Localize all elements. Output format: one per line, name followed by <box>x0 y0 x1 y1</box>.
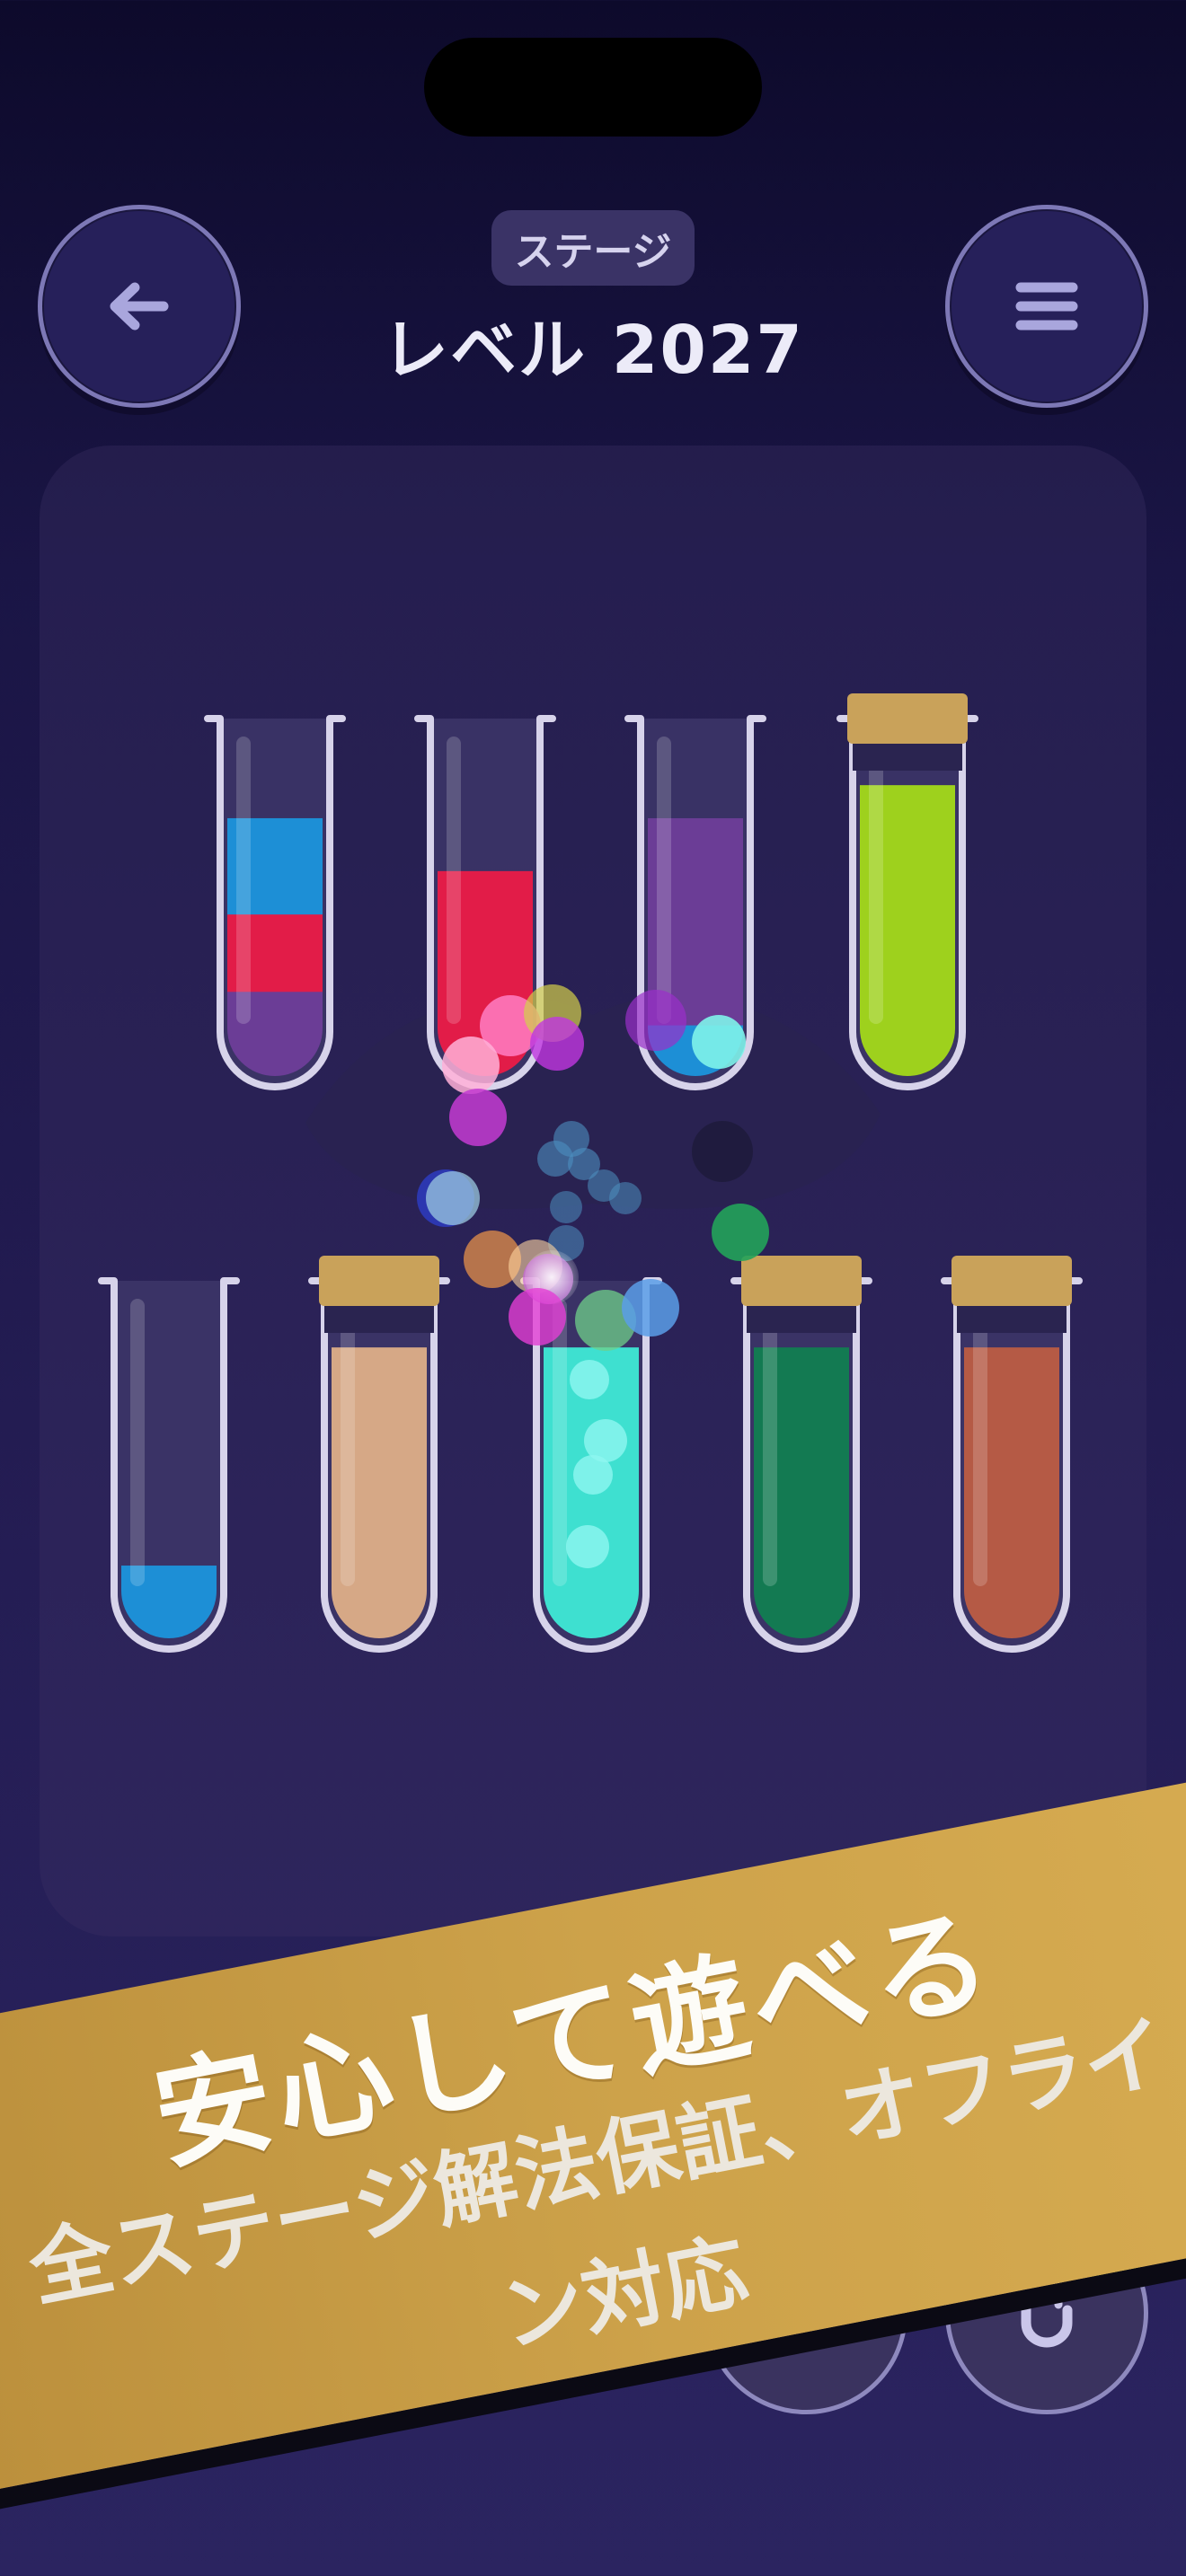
bubble <box>530 1017 584 1071</box>
tube[interactable] <box>941 1256 1083 1653</box>
bubble <box>509 1288 566 1345</box>
cork-gap <box>957 1306 1067 1333</box>
bubble <box>609 1182 642 1214</box>
bubble <box>570 1360 609 1399</box>
liquid-layer <box>332 1347 427 1638</box>
cork <box>741 1256 862 1306</box>
bubble <box>625 990 686 1051</box>
cork <box>951 1256 1072 1306</box>
bubble <box>712 1204 769 1261</box>
bubble <box>442 1037 500 1094</box>
bubble <box>573 1455 613 1495</box>
bubble <box>426 1171 480 1225</box>
liquid-layer <box>964 1347 1059 1638</box>
bubble <box>692 1015 746 1069</box>
cork <box>847 693 968 744</box>
liquid-layer <box>227 817 323 915</box>
bubble <box>537 1141 573 1177</box>
tube-shine <box>447 737 461 1024</box>
cork-gap <box>324 1306 434 1333</box>
tube-shine <box>973 1299 987 1586</box>
bubble <box>692 1121 753 1182</box>
bubble <box>449 1089 507 1146</box>
bubble <box>622 1279 679 1337</box>
liquid-layer <box>860 785 955 1076</box>
tube-shine <box>130 1299 145 1586</box>
tube-shine <box>341 1299 355 1586</box>
tube[interactable] <box>204 715 346 1090</box>
tube[interactable] <box>98 1277 240 1653</box>
tube[interactable] <box>308 1256 450 1653</box>
cork <box>319 1256 439 1306</box>
tube[interactable] <box>730 1256 872 1653</box>
bubble <box>566 1525 609 1568</box>
cork-gap <box>853 744 962 771</box>
tube-shine <box>869 737 883 1024</box>
bubble <box>550 1191 582 1223</box>
tube-shine <box>236 737 251 1024</box>
liquid-layer <box>754 1347 849 1638</box>
liquid-layer <box>227 913 323 992</box>
tube-shine <box>763 1299 777 1586</box>
tube-shine <box>553 1299 567 1586</box>
tube[interactable] <box>836 693 978 1090</box>
tube-shine <box>657 737 671 1024</box>
cork-gap <box>747 1306 856 1333</box>
